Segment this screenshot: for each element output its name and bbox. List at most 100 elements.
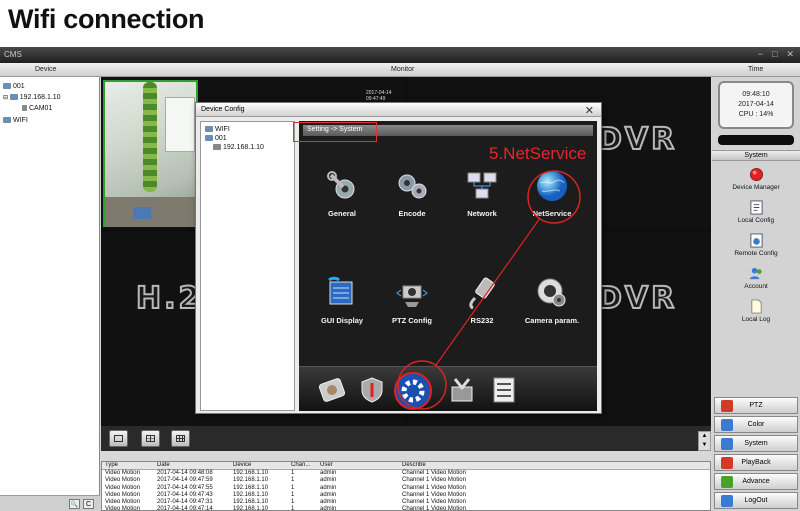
clock-date: 2017-04-14: [738, 101, 774, 108]
view-layout-bar: [101, 426, 711, 451]
dialog-device-tree: WIFI 001 192.168.1.10: [200, 121, 295, 411]
scroll-up-icon[interactable]: ▲: [699, 432, 710, 441]
plant-vine: [143, 82, 157, 192]
account-item[interactable]: Account: [712, 266, 800, 290]
log-col-user[interactable]: User: [320, 462, 333, 468]
scroll-down-icon[interactable]: ▼: [699, 441, 710, 450]
table-cell: 192.168.1.10: [233, 477, 269, 484]
nine-view-button[interactable]: [171, 430, 190, 447]
log-col-channel[interactable]: Chan...: [291, 462, 310, 468]
rs232-cable-icon: [469, 277, 495, 310]
disk-icon[interactable]: [317, 375, 347, 405]
side-button-color[interactable]: Color: [714, 416, 798, 433]
side-button-logout[interactable]: LogOut: [714, 492, 798, 509]
camera-param-button[interactable]: Camera param.: [517, 276, 587, 325]
dialog-title-bar: Device Config ✕: [196, 103, 601, 117]
dialog-tree-root[interactable]: 001: [205, 135, 227, 142]
device-manager-item[interactable]: Device Manager: [712, 167, 800, 191]
window-frame: [165, 97, 195, 152]
encode-button[interactable]: Encode: [377, 169, 447, 218]
log-col-describe[interactable]: Describe: [402, 462, 426, 468]
network-icon: [467, 172, 497, 199]
minimize-button[interactable]: −: [758, 49, 763, 60]
window-title: CMS: [4, 50, 22, 59]
general-button[interactable]: General: [307, 169, 377, 218]
dvr-icon: [205, 126, 213, 133]
side-button-ptz[interactable]: PTZ: [714, 397, 798, 414]
cms-app-window: CMS − □ ✕ Device Monitor Time 001 ⊟ 192.…: [0, 47, 800, 511]
title-bar: CMS − □ ✕: [0, 47, 800, 63]
table-row[interactable]: Video Motion 2017-04-14 09:47:14 192.168.1…: [102, 506, 710, 511]
table-cell: 1: [291, 470, 295, 476]
log-col-device[interactable]: Device: [233, 462, 251, 468]
local-log-icon: [750, 299, 762, 314]
dialog-tree-wifi[interactable]: WIFI: [205, 126, 230, 133]
tree-item-ip[interactable]: ⊟ 192.168.1.10: [3, 94, 61, 101]
table-cell: Channel 1 Video Motion: [402, 477, 466, 484]
table-row[interactable]: Video Motion 2017-04-14 09:47:43 192.168.1…: [102, 492, 710, 499]
dvr-watermark: DVR: [596, 121, 678, 158]
remote-config-item[interactable]: Remote Config: [712, 233, 800, 257]
network-button[interactable]: Network: [447, 169, 517, 218]
dvr-icon: [3, 83, 11, 90]
gui-display-button[interactable]: GUI Display: [307, 276, 377, 325]
restore-button[interactable]: □: [772, 49, 777, 60]
vertical-scroll-buttons[interactable]: ▲ ▼: [698, 431, 711, 451]
side-button-system[interactable]: System: [714, 435, 798, 452]
tools-icon[interactable]: [447, 375, 477, 405]
tree-item-wifi[interactable]: WIFI: [3, 117, 28, 124]
table-row[interactable]: Video Motion 2017-04-14 09:48:08 192.168.1…: [102, 470, 710, 477]
device-column-header: Device: [35, 66, 57, 73]
table-cell: 2017-04-14 09:48:08: [157, 470, 213, 476]
single-view-button[interactable]: [109, 430, 128, 447]
dialog-title: Device Config: [201, 106, 245, 113]
quad-view-button[interactable]: [141, 430, 160, 447]
table-row[interactable]: Video Motion 2017-04-14 09:47:59 192.168.1…: [102, 477, 710, 484]
table-cell: 2017-04-14 09:47:55: [157, 484, 213, 491]
general-icon: [327, 171, 355, 199]
local-log-item[interactable]: Local Log: [712, 299, 800, 323]
table-cell: admin: [320, 506, 337, 511]
table-cell: 192.168.1.10: [233, 470, 269, 476]
dialog-tree-ip[interactable]: 192.168.1.10: [213, 144, 264, 151]
close-button[interactable]: ✕: [786, 49, 794, 60]
camera-param-icon: [537, 278, 566, 307]
refresh-button[interactable]: C: [83, 499, 94, 509]
rs232-button[interactable]: RS232: [447, 276, 517, 325]
table-cell: 192.168.1.10: [233, 499, 269, 506]
shield-icon[interactable]: [357, 375, 387, 405]
table-cell: Video Motion: [105, 499, 140, 506]
device-manager-icon: [749, 167, 763, 182]
log-col-date[interactable]: Date: [157, 462, 170, 468]
table-cell: admin: [320, 484, 337, 491]
table-cell: Channel 1 Video Motion: [402, 499, 466, 506]
table-row[interactable]: Video Motion 2017-04-14 09:47:31 192.168.1…: [102, 499, 710, 506]
table-row[interactable]: Video Motion 2017-04-14 09:47:55 192.168.1…: [102, 485, 710, 492]
search-button[interactable]: 🔍: [69, 499, 80, 509]
local-config-item[interactable]: Local Config: [712, 200, 800, 224]
h264-watermark: H.2: [135, 280, 203, 317]
dvr-icon: [205, 135, 213, 142]
search-icon: 🔍: [70, 502, 79, 508]
dialog-close-button[interactable]: ✕: [585, 104, 594, 117]
ptz-config-button[interactable]: PTZ Config: [377, 276, 447, 325]
page-heading: Wifi connection: [8, 4, 205, 34]
table-cell: Video Motion: [105, 491, 140, 498]
gear-icon[interactable]: [391, 369, 435, 411]
side-button-advance[interactable]: Advance: [714, 473, 798, 490]
collapse-icon: ⊟: [3, 95, 10, 101]
tree-item-camera[interactable]: CAM01: [22, 105, 52, 112]
checklist-icon[interactable]: [489, 375, 519, 405]
table-cell: Channel 1 Video Motion: [402, 491, 466, 498]
system-icon: [721, 438, 733, 450]
side-button-playback[interactable]: PlayBack: [714, 454, 798, 471]
log-col-type[interactable]: Type: [105, 462, 118, 468]
netservice-button[interactable]: NetService: [517, 169, 587, 218]
device-icon: [213, 144, 221, 151]
tree-item-root[interactable]: 001: [3, 83, 25, 90]
table-cell: Video Motion: [105, 484, 140, 491]
table-cell: 1: [291, 477, 295, 484]
gui-display-icon: [328, 276, 353, 305]
side-button-label: PlayBack: [741, 459, 771, 466]
device-tree-toolbar: 🔍 C: [0, 495, 100, 511]
